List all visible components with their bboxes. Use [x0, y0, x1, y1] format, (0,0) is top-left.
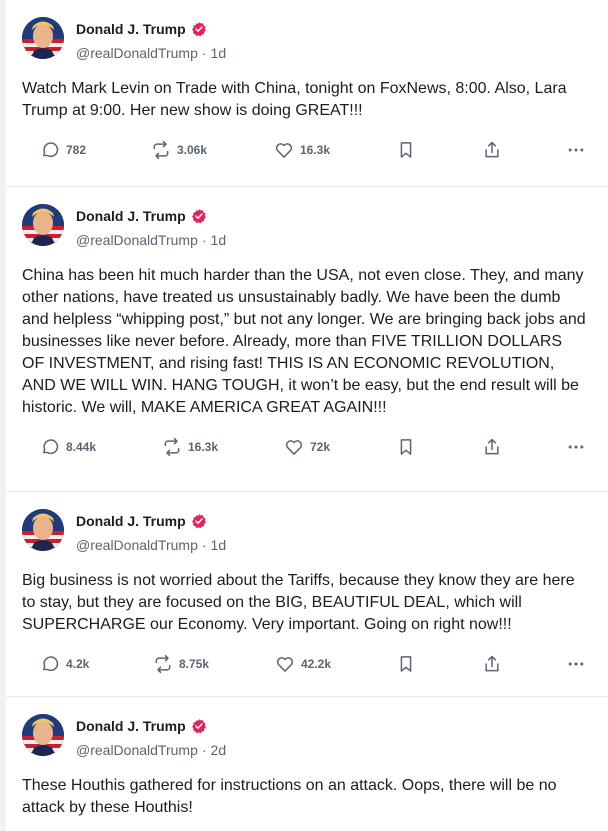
bookmark-button[interactable] — [396, 138, 416, 162]
author-handle[interactable]: @realDonaldTrump — [76, 742, 198, 758]
share-icon — [485, 438, 499, 455]
post-header: Donald J. Trump @realDonaldTrump · 2d — [22, 697, 592, 759]
meta-separator: · — [201, 45, 207, 61]
post-text: Big business is not worried about the Ta… — [22, 572, 575, 633]
comment-icon — [43, 656, 59, 672]
author-row[interactable]: Donald J. Trump — [76, 717, 207, 735]
post-header: Donald J. Trump @realDonaldTrump · 1d — [22, 0, 592, 62]
reply-count: 782 — [66, 143, 87, 157]
verified-badge-icon — [191, 719, 206, 734]
heart-icon — [285, 440, 303, 455]
handle-row: @realDonaldTrump · 2d — [76, 742, 226, 760]
avatar-image — [22, 204, 64, 246]
author-row[interactable]: Donald J. Trump — [76, 207, 207, 225]
share-button[interactable] — [482, 138, 502, 162]
share-button[interactable] — [482, 652, 502, 676]
bookmark-icon — [400, 656, 412, 672]
bookmark-button[interactable] — [396, 652, 416, 676]
bookmark-button[interactable] — [396, 435, 416, 459]
author-row[interactable]: Donald J. Trump — [76, 20, 207, 38]
repost-icon — [153, 140, 169, 160]
author-name[interactable]: Donald J. Trump — [76, 208, 186, 224]
heart-icon — [275, 143, 293, 158]
post[interactable]: Donald J. Trump @realDonaldTrump · 2d Thes… — [6, 697, 608, 831]
like-count: 16.3k — [300, 143, 331, 157]
share-icon — [485, 141, 499, 158]
heart-icon — [276, 657, 294, 672]
meta-separator: · — [201, 742, 207, 758]
more-icon — [568, 445, 584, 449]
comment-icon — [43, 439, 59, 455]
like-count: 72k — [310, 440, 331, 454]
reply-button[interactable]: 4.2k — [40, 652, 89, 676]
post[interactable]: Donald J. Trump @realDonaldTrump · 1d Watc… — [6, 0, 608, 187]
author-handle[interactable]: @realDonaldTrump — [76, 232, 198, 248]
repost-button[interactable]: 3.06k — [151, 138, 207, 162]
repost-button[interactable]: 16.3k — [162, 435, 218, 459]
like-button[interactable]: 16.3k — [274, 138, 330, 162]
share-icon — [485, 655, 499, 672]
repost-count: 3.06k — [177, 143, 208, 157]
author-name[interactable]: Donald J. Trump — [76, 21, 186, 37]
repost-icon — [155, 654, 171, 674]
post-header: Donald J. Trump @realDonaldTrump · 1d — [22, 187, 592, 249]
author-row[interactable]: Donald J. Trump — [76, 512, 207, 530]
avatar[interactable] — [22, 714, 64, 756]
more-options-button[interactable] — [566, 435, 586, 459]
post-header: Donald J. Trump @realDonaldTrump · 1d — [22, 492, 592, 554]
repost-button[interactable]: 8.75k — [153, 652, 209, 676]
verified-badge-icon — [191, 514, 206, 529]
avatar[interactable] — [22, 17, 64, 59]
repost-count: 8.75k — [179, 657, 210, 671]
avatar-image — [22, 714, 64, 756]
post[interactable]: Donald J. Trump @realDonaldTrump · 1d Big … — [6, 492, 608, 697]
meta-separator: · — [201, 232, 207, 248]
author-name[interactable]: Donald J. Trump — [76, 513, 186, 529]
post-feed: Donald J. Trump @realDonaldTrump · 1d Watc… — [6, 0, 608, 831]
avatar-image — [22, 509, 64, 551]
author-handle[interactable]: @realDonaldTrump — [76, 537, 198, 553]
handle-row: @realDonaldTrump · 1d — [76, 45, 226, 63]
post-actions: 4.2k 8.75k 42.2k — [22, 652, 592, 692]
repost-icon — [164, 437, 180, 457]
repost-count: 16.3k — [188, 440, 219, 454]
meta-separator: · — [201, 537, 207, 553]
post-text: These Houthis gathered for instructions … — [22, 777, 557, 816]
author-handle[interactable]: @realDonaldTrump — [76, 45, 198, 61]
avatar[interactable] — [22, 509, 64, 551]
bookmark-icon — [400, 439, 412, 455]
post[interactable]: Donald J. Trump @realDonaldTrump · 1d Chin… — [6, 187, 608, 492]
post-timestamp[interactable]: 1d — [211, 537, 227, 553]
post-actions: 782 3.06k 16.3k — [22, 138, 592, 178]
avatar[interactable] — [22, 204, 64, 246]
more-options-button[interactable] — [566, 652, 586, 676]
post-timestamp[interactable]: 2d — [211, 742, 227, 758]
post-actions: 8.44k 16.3k 72k — [22, 435, 592, 475]
like-button[interactable]: 42.2k — [275, 652, 331, 676]
reply-button[interactable]: 8.44k — [40, 435, 96, 459]
reply-button[interactable]: 782 — [40, 138, 86, 162]
verified-badge-icon — [191, 209, 206, 224]
post-text: China has been hit much harder than the … — [22, 267, 586, 416]
bookmark-icon — [400, 142, 412, 158]
avatar-image — [22, 17, 64, 59]
handle-row: @realDonaldTrump · 1d — [76, 232, 226, 250]
more-icon — [568, 148, 584, 152]
like-button[interactable]: 72k — [284, 435, 330, 459]
like-count: 42.2k — [301, 657, 332, 671]
reply-count: 8.44k — [66, 440, 97, 454]
handle-row: @realDonaldTrump · 1d — [76, 537, 226, 555]
reply-count: 4.2k — [66, 657, 90, 671]
more-options-button[interactable] — [566, 138, 586, 162]
share-button[interactable] — [482, 435, 502, 459]
author-name[interactable]: Donald J. Trump — [76, 718, 186, 734]
more-icon — [568, 662, 584, 666]
post-text: Watch Mark Levin on Trade with China, to… — [22, 80, 567, 119]
post-timestamp[interactable]: 1d — [211, 232, 227, 248]
comment-icon — [43, 142, 59, 158]
verified-badge-icon — [191, 22, 206, 37]
post-timestamp[interactable]: 1d — [211, 45, 227, 61]
